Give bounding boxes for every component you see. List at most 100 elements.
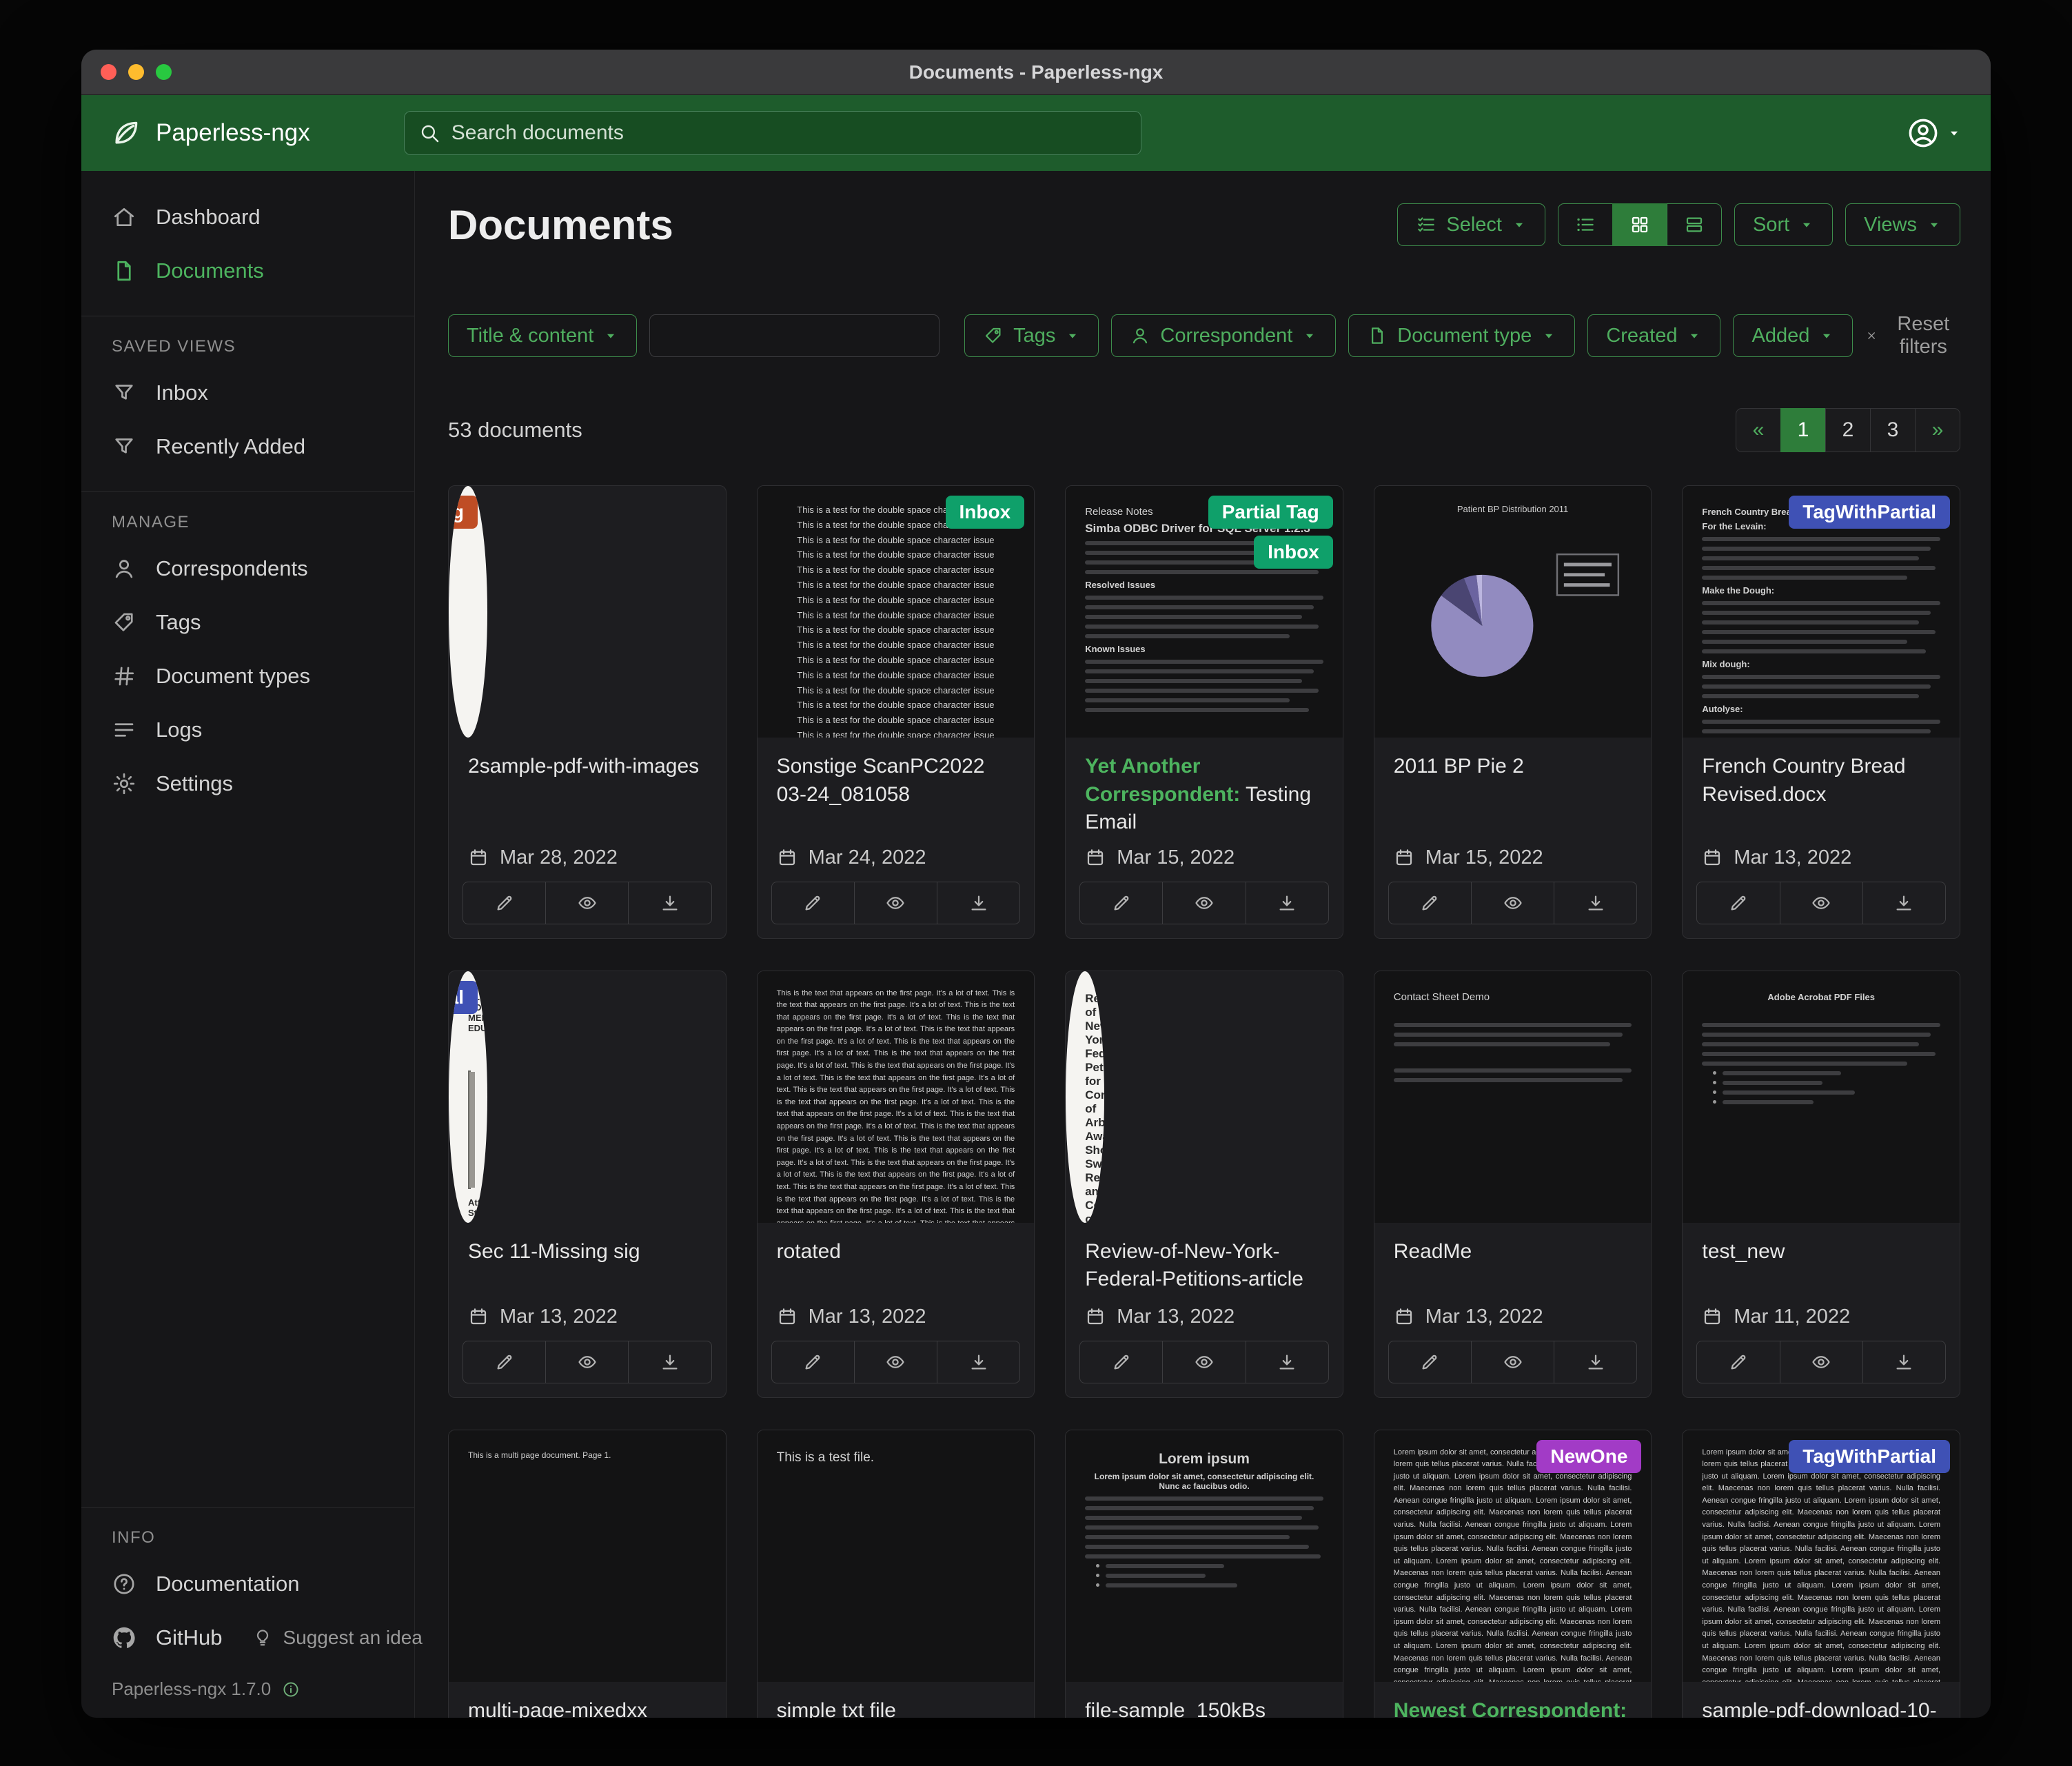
view-button[interactable] xyxy=(1162,1341,1246,1383)
correspondent-filter-button[interactable]: Correspondent xyxy=(1111,314,1336,357)
sidebar-item-correspondents[interactable]: Correspondents xyxy=(81,542,414,596)
document-thumbnail[interactable]: 11. CONTINUING MEDICAL EDUCAAttestation … xyxy=(449,971,487,1223)
edit-button[interactable] xyxy=(1079,1341,1163,1383)
document-thumbnail[interactable]: Patient BP Distribution 2011 xyxy=(1374,486,1652,738)
document-title[interactable]: simple txt file xyxy=(777,1697,1015,1718)
suggest-idea-link[interactable]: Suggest an idea xyxy=(252,1627,422,1649)
sidebar-item-documentation[interactable]: Documentation xyxy=(81,1557,414,1611)
edit-button[interactable] xyxy=(1696,882,1780,924)
zoom-window-button[interactable] xyxy=(156,64,172,80)
document-thumbnail[interactable]: Review of New York Federal Petitions for… xyxy=(1066,971,1104,1223)
reset-filters-button[interactable]: Reset filters xyxy=(1865,313,1960,358)
sidebar-item-dashboard[interactable]: Dashboard xyxy=(81,190,414,244)
user-menu[interactable] xyxy=(1907,116,1962,150)
download-button[interactable] xyxy=(1554,882,1637,924)
tag-badge[interactable]: Inbox xyxy=(946,496,1025,529)
search-input[interactable] xyxy=(451,121,1127,145)
document-thumbnail[interactable]: This is a multi page document. Page 1. xyxy=(449,1430,726,1682)
document-title[interactable]: Sonstige ScanPC2022 03-24_081058 xyxy=(777,753,1015,809)
tags-filter-button[interactable]: Tags xyxy=(964,314,1099,357)
details-view-button[interactable] xyxy=(1667,203,1722,246)
close-window-button[interactable] xyxy=(101,64,116,80)
sidebar-item-inbox[interactable]: Inbox xyxy=(81,366,414,420)
edit-button[interactable] xyxy=(771,882,855,924)
sidebar-item-documents[interactable]: Documents xyxy=(81,244,414,298)
view-button[interactable] xyxy=(1471,882,1554,924)
download-button[interactable] xyxy=(1246,882,1329,924)
tag-badge[interactable]: TagWithPartial xyxy=(449,981,478,1014)
view-button[interactable] xyxy=(1780,882,1863,924)
sidebar-item-recently-added[interactable]: Recently Added xyxy=(81,420,414,474)
document-thumbnail[interactable]: Another Sample Tag xyxy=(449,486,487,738)
document-thumbnail[interactable]: Adobe Acrobat PDF Files xyxy=(1683,971,1960,1223)
minimize-window-button[interactable] xyxy=(128,64,144,80)
filter-text-input[interactable] xyxy=(649,314,939,357)
tag-badge[interactable]: Another Sample Tag xyxy=(449,496,478,529)
views-button[interactable]: Views xyxy=(1845,203,1960,246)
created-filter-button[interactable]: Created xyxy=(1587,314,1720,357)
view-button[interactable] xyxy=(545,882,629,924)
pagination-prev-button[interactable]: « xyxy=(1736,408,1781,452)
title-content-dropdown[interactable]: Title & content xyxy=(448,314,637,357)
view-button[interactable] xyxy=(854,882,937,924)
pagination-page-3[interactable]: 3 xyxy=(1870,408,1916,452)
document-thumbnail[interactable]: Lorem ipsum dolor sit amet, consectetur … xyxy=(1374,1430,1652,1682)
document-title[interactable]: file-sample_150kBs xyxy=(1085,1697,1323,1718)
sidebar-item-document-types[interactable]: Document types xyxy=(81,649,414,703)
view-button[interactable] xyxy=(1471,1341,1554,1383)
download-button[interactable] xyxy=(1862,1341,1946,1383)
select-button[interactable]: Select xyxy=(1397,203,1545,246)
document-title[interactable]: Review-of-New-York-Federal-Petitions-art… xyxy=(1085,1238,1323,1294)
edit-button[interactable] xyxy=(1388,1341,1472,1383)
edit-button[interactable] xyxy=(463,1341,546,1383)
view-button[interactable] xyxy=(854,1341,937,1383)
document-title[interactable]: ReadMe xyxy=(1394,1238,1632,1266)
pagination-page-1[interactable]: 1 xyxy=(1780,408,1826,452)
app-brand[interactable]: Paperless-ngx xyxy=(110,117,310,149)
tag-badge[interactable]: TagWithPartial xyxy=(1789,1440,1950,1473)
sidebar-item-settings[interactable]: Settings xyxy=(81,757,414,811)
document-thumbnail[interactable]: Contact Sheet Demo xyxy=(1374,971,1652,1223)
view-button[interactable] xyxy=(1162,882,1246,924)
view-button[interactable] xyxy=(545,1341,629,1383)
document-title[interactable]: sample-pdf-download-10-mb-longer-title xyxy=(1702,1697,1940,1718)
view-button[interactable] xyxy=(1780,1341,1863,1383)
document-title[interactable]: Newest Correspondent: f_combineds xyxy=(1394,1697,1632,1718)
document-title[interactable]: multi-page-mixedxx xyxy=(468,1697,707,1718)
document-thumbnail[interactable]: Lorem ipsum dolor sit amet, consectetur … xyxy=(1683,1430,1960,1682)
tag-badge[interactable]: TagWithPartial xyxy=(1789,496,1950,529)
correspondent-link[interactable]: Newest Correspondent: xyxy=(1394,1699,1627,1718)
edit-button[interactable] xyxy=(463,882,546,924)
document-title[interactable]: test_new xyxy=(1702,1238,1940,1266)
download-button[interactable] xyxy=(1246,1341,1329,1383)
added-filter-button[interactable]: Added xyxy=(1733,314,1853,357)
tag-badge[interactable]: Partial Tag xyxy=(1208,496,1333,529)
document-title[interactable]: Sec 11-Missing sig xyxy=(468,1238,707,1266)
document-title[interactable]: French Country Bread Revised.docx xyxy=(1702,753,1940,809)
pagination-next-button[interactable]: » xyxy=(1915,408,1960,452)
sort-button[interactable]: Sort xyxy=(1734,203,1833,246)
grid-view-button[interactable] xyxy=(1612,203,1667,246)
tag-badge[interactable]: NewOne xyxy=(1536,1440,1641,1473)
download-button[interactable] xyxy=(628,882,711,924)
correspondent-link[interactable]: Yet Another Correspondent: xyxy=(1085,755,1240,806)
sidebar-item-tags[interactable]: Tags xyxy=(81,596,414,649)
download-button[interactable] xyxy=(1554,1341,1637,1383)
document-thumbnail[interactable]: Release NotesSimba ODBC Driver for SQL S… xyxy=(1066,486,1343,738)
download-button[interactable] xyxy=(1862,882,1946,924)
info-circle-icon[interactable] xyxy=(282,1681,300,1698)
download-button[interactable] xyxy=(937,882,1020,924)
document-type-filter-button[interactable]: Document type xyxy=(1348,314,1575,357)
document-title[interactable]: Yet Another Correspondent: Testing Email xyxy=(1085,753,1323,837)
document-thumbnail[interactable]: This is the text that appears on the fir… xyxy=(758,971,1035,1223)
document-thumbnail[interactable]: This is a test file. xyxy=(758,1430,1035,1682)
document-title[interactable]: 2sample-pdf-with-images xyxy=(468,753,707,781)
document-thumbnail[interactable]: French Country BreadFor the Levain:Make … xyxy=(1683,486,1960,738)
edit-button[interactable] xyxy=(1388,882,1472,924)
document-title[interactable]: rotated xyxy=(777,1238,1015,1266)
edit-button[interactable] xyxy=(1696,1341,1780,1383)
sidebar-item-github[interactable]: GitHub xyxy=(81,1611,222,1665)
edit-button[interactable] xyxy=(771,1341,855,1383)
pagination-page-2[interactable]: 2 xyxy=(1825,408,1871,452)
list-view-button[interactable] xyxy=(1558,203,1613,246)
